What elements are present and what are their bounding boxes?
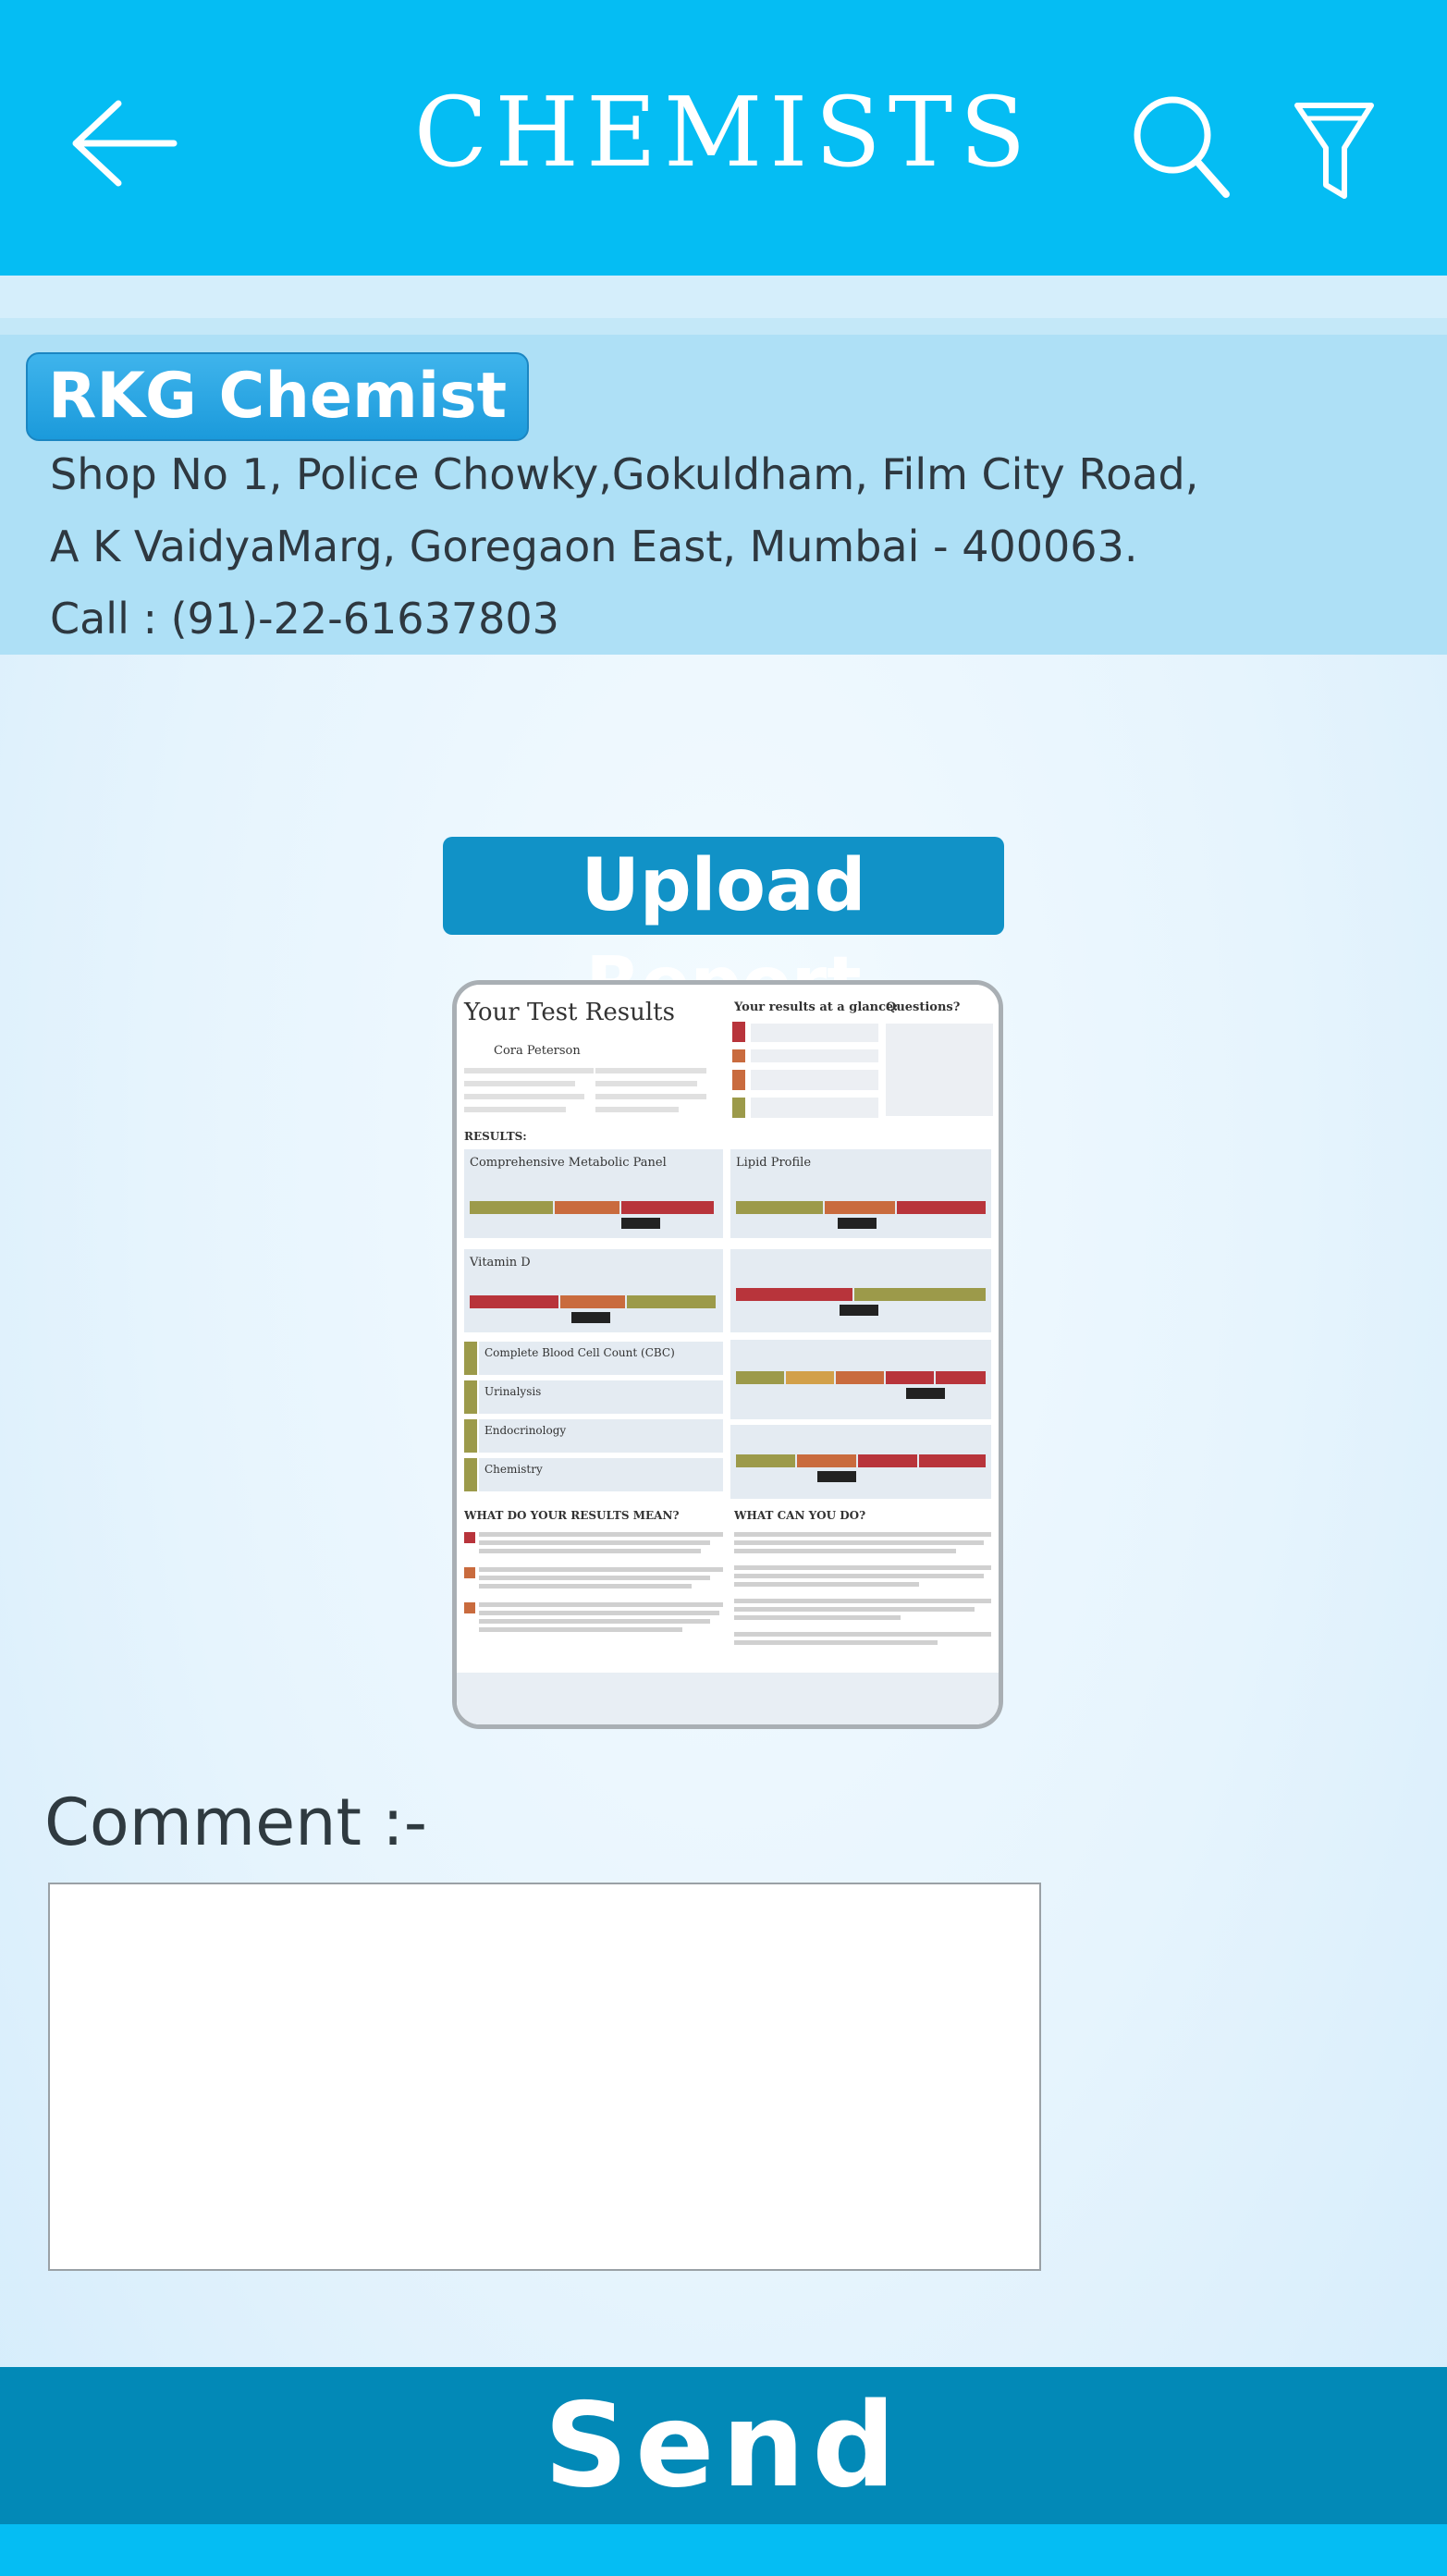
comment-label: Comment :- — [44, 1785, 428, 1860]
report-questions-heading: Questions? — [886, 1000, 961, 1014]
report-glance-heading: Your results at a glance: — [733, 1000, 898, 1014]
report-document: Your Test Results Your results at a glan… — [457, 985, 999, 1724]
report-panel-1: Comprehensive Metabolic Panel — [470, 1156, 667, 1170]
report-panel-7: Chemistry — [484, 1463, 543, 1476]
send-button[interactable]: Send — [0, 2367, 1447, 2524]
search-icon[interactable] — [1130, 92, 1232, 202]
upload-report-button[interactable]: Upload Report — [443, 837, 1004, 1025]
report-panel-3: Vitamin D — [469, 1256, 531, 1270]
report-panel-5: Urinalysis — [484, 1385, 541, 1398]
comment-input[interactable] — [48, 1883, 1041, 2271]
report-action-heading: WHAT CAN YOU DO? — [733, 1509, 865, 1522]
header-divider — [0, 276, 1447, 318]
chemist-card[interactable]: RKG Chemist Shop No 1, Police Chowky,Gok… — [0, 318, 1447, 655]
report-panel-4: Complete Blood Cell Count (CBC) — [484, 1346, 675, 1359]
card-top-edge — [0, 318, 1447, 335]
chemist-name: RKG Chemist — [26, 352, 530, 441]
report-panel-2: Lipid Profile — [736, 1156, 811, 1170]
bottom-strip — [0, 2524, 1447, 2576]
address-line-2: A K VaidyaMarg, Goregaon East, Mumbai - … — [50, 521, 1138, 571]
app-header: CHEMISTS — [0, 0, 1447, 276]
report-preview-image[interactable]: Your Test Results Your results at a glan… — [452, 980, 1003, 1729]
report-heading: Your Test Results — [463, 999, 675, 1026]
filter-icon[interactable] — [1293, 100, 1376, 202]
report-meaning-heading: WHAT DO YOUR RESULTS MEAN? — [463, 1509, 679, 1522]
report-results-label: RESULTS: — [464, 1130, 527, 1143]
address-line-1: Shop No 1, Police Chowky,Gokuldham, Film… — [50, 449, 1199, 499]
report-panel-6: Endocrinology — [484, 1424, 566, 1437]
phone-number[interactable]: Call : (91)-22-61637803 — [50, 594, 559, 644]
report-patient: Cora Peterson — [494, 1044, 581, 1058]
